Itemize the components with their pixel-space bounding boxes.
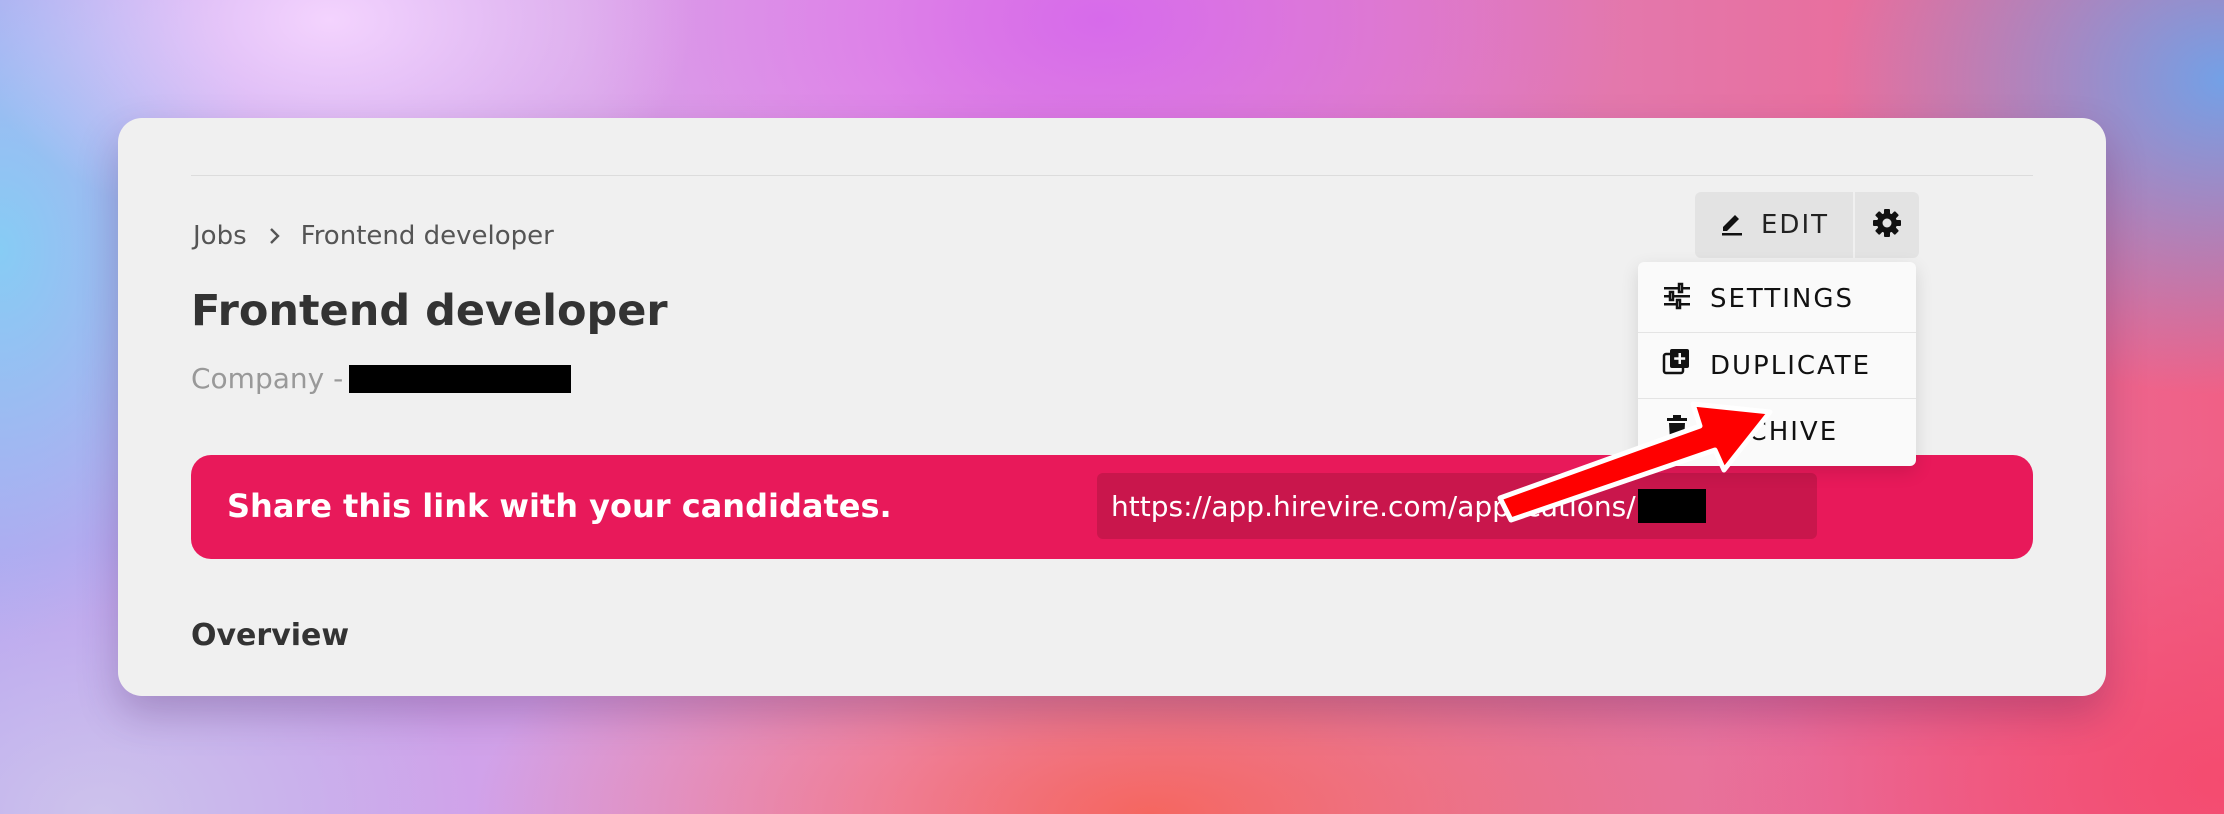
menu-item-label: DUPLICATE <box>1710 350 1872 381</box>
share-link-banner: Share this link with your candidates. ht… <box>191 455 2033 559</box>
share-link-field[interactable]: https://app.hirevire.com/applications/ <box>1097 473 1817 539</box>
menu-item-archive[interactable]: ARCHIVE <box>1638 398 1916 464</box>
redacted-url-id <box>1637 489 1706 523</box>
edit-label: EDIT <box>1761 210 1829 240</box>
chevron-right-icon <box>263 225 285 247</box>
redacted-company-name <box>349 364 572 393</box>
breadcrumb-current: Frontend developer <box>300 221 554 251</box>
breadcrumb: Jobs Frontend developer <box>193 221 554 251</box>
pencil-icon <box>1719 208 1745 243</box>
share-message: Share this link with your candidates. <box>227 487 892 525</box>
company-label: Company - <box>191 362 344 395</box>
edit-button[interactable]: EDIT <box>1695 192 1853 258</box>
overview-heading: Overview <box>191 618 350 653</box>
breadcrumb-jobs-link[interactable]: Jobs <box>193 221 247 251</box>
settings-toggle-button[interactable] <box>1855 192 1919 258</box>
company-line: Company - <box>191 362 572 395</box>
job-actions: EDIT <box>1695 192 1919 258</box>
divider <box>191 175 2033 176</box>
menu-item-label: SETTINGS <box>1710 284 1855 314</box>
sliders-icon <box>1662 282 1692 317</box>
settings-dropdown-menu: SETTINGS DUPLICATE ARCHIVE <box>1638 262 1916 466</box>
menu-item-settings[interactable]: SETTINGS <box>1638 266 1916 332</box>
share-url: https://app.hirevire.com/applications/ <box>1111 489 1636 523</box>
trash-icon <box>1662 413 1692 450</box>
menu-item-label: ARCHIVE <box>1710 416 1839 447</box>
duplicate-icon <box>1662 347 1692 384</box>
menu-item-duplicate[interactable]: DUPLICATE <box>1638 332 1916 398</box>
page-title: Frontend developer <box>191 286 668 336</box>
gear-icon <box>1871 207 1903 243</box>
